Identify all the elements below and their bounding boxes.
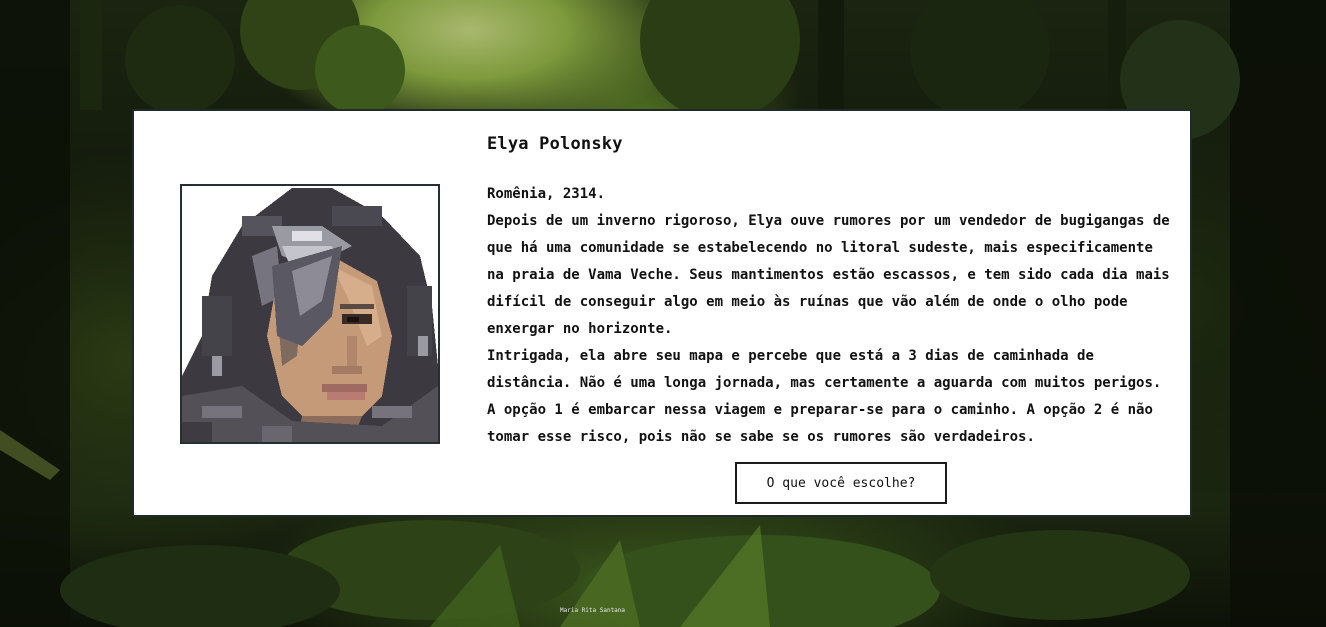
choice-button[interactable]: O que você escolhe? [735, 462, 947, 504]
story-dialog: Elya Polonsky Romênia, 2314. Depois de u… [132, 109, 1192, 517]
character-portrait [180, 184, 440, 444]
story-paragraph-1: Depois de um inverno rigoroso, Elya ouve… [487, 213, 1170, 337]
character-name: Elya Polonsky [487, 134, 623, 154]
story-text: Romênia, 2314. Depois de um inverno rigo… [487, 181, 1177, 451]
story-location-date: Romênia, 2314. [487, 186, 606, 202]
forest-background: Elya Polonsky Romênia, 2314. Depois de u… [0, 0, 1326, 627]
story-paragraph-2: Intrigada, ela abre seu mapa e percebe q… [487, 348, 1162, 445]
author-credit: Maria Rita Santana [560, 607, 626, 614]
pixel-art-portrait-icon [182, 186, 438, 442]
